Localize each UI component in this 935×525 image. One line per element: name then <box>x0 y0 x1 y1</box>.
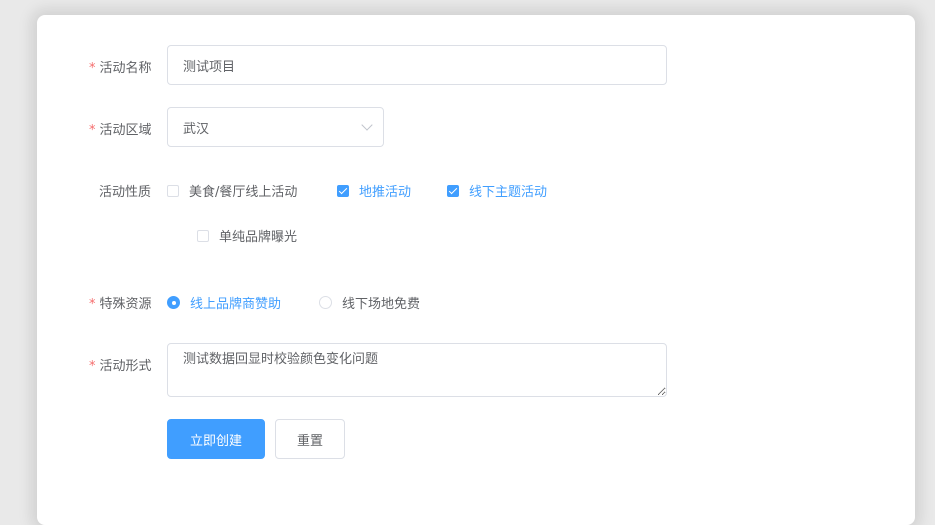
checkbox-icon <box>167 184 179 197</box>
required-mark: * <box>89 123 96 138</box>
type-label: 活动性质 <box>99 185 152 200</box>
resource-option-sponsor[interactable]: 线上品牌商赞助 <box>167 293 281 312</box>
desc-label: * 活动形式 <box>89 359 152 374</box>
create-button[interactable]: 立即创建 <box>167 419 265 459</box>
checkbox-checked-icon <box>337 184 349 197</box>
reset-button[interactable]: 重置 <box>275 419 345 459</box>
desc-textarea[interactable]: 测试数据回显时校验颜色变化问题 <box>167 343 667 397</box>
radio-selected-icon <box>167 296 180 309</box>
radio-icon <box>319 296 332 309</box>
checkbox-icon <box>197 229 209 242</box>
required-mark: * <box>89 359 96 374</box>
checkbox-checked-icon <box>447 184 459 197</box>
name-input[interactable]: 测试项目 <box>167 45 667 85</box>
resource-option-venue[interactable]: 线下场地免费 <box>319 293 420 312</box>
region-label: * 活动区域 <box>89 123 152 138</box>
name-label: * 活动名称 <box>89 61 152 76</box>
required-mark: * <box>89 297 96 312</box>
type-option-food[interactable]: 美食/餐厅线上活动 <box>167 181 297 200</box>
form-card: * 活动名称 测试项目 * 活动区域 武汉 活动性质 美食/餐厅线上活动 地推活动 … <box>37 15 915 525</box>
required-mark: * <box>89 61 96 76</box>
resource-label: * 特殊资源 <box>89 297 152 312</box>
chevron-down-icon <box>361 119 373 131</box>
region-select[interactable]: 武汉 <box>167 107 384 147</box>
type-option-brand[interactable]: 单纯品牌曝光 <box>197 226 297 245</box>
type-option-offline[interactable]: 线下主题活动 <box>447 181 547 200</box>
type-option-promo[interactable]: 地推活动 <box>337 181 411 200</box>
